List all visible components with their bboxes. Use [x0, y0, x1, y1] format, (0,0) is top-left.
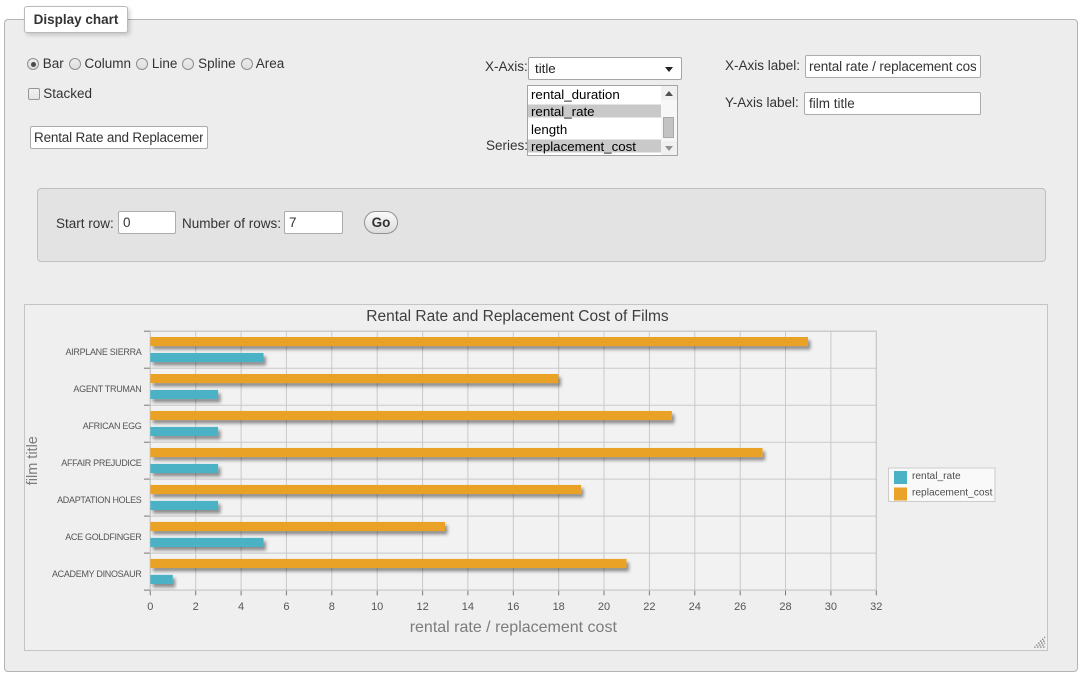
svg-text:12: 12	[416, 601, 428, 613]
svg-text:24: 24	[689, 601, 701, 613]
svg-text:ACE GOLDFINGER: ACE GOLDFINGER	[65, 532, 142, 542]
svg-text:10: 10	[371, 601, 383, 613]
svg-text:8: 8	[329, 601, 335, 613]
svg-text:28: 28	[779, 601, 791, 613]
svg-text:30: 30	[825, 601, 837, 613]
svg-text:6: 6	[283, 601, 289, 613]
svg-text:ACADEMY DINOSAUR: ACADEMY DINOSAUR	[52, 569, 142, 579]
svg-text:4: 4	[238, 601, 244, 613]
svg-text:AFRICAN EGG: AFRICAN EGG	[83, 421, 142, 431]
svg-text:AIRPLANE SIERRA: AIRPLANE SIERRA	[65, 347, 141, 357]
svg-text:14: 14	[462, 601, 474, 613]
svg-text:20: 20	[598, 601, 610, 613]
svg-text:AFFAIR PREJUDICE: AFFAIR PREJUDICE	[61, 458, 142, 468]
svg-text:AGENT TRUMAN: AGENT TRUMAN	[73, 384, 141, 394]
svg-text:0: 0	[147, 601, 153, 613]
svg-text:replacement_cost: replacement_cost	[912, 488, 993, 499]
svg-text:ADAPTATION HOLES: ADAPTATION HOLES	[57, 495, 142, 505]
svg-text:rental_rate: rental_rate	[912, 471, 961, 482]
svg-text:26: 26	[734, 601, 746, 613]
svg-text:16: 16	[507, 601, 519, 613]
svg-text:18: 18	[553, 601, 565, 613]
svg-text:32: 32	[870, 601, 882, 613]
svg-text:film title: film title	[25, 436, 41, 485]
svg-text:Rental Rate and Replacement Co: Rental Rate and Replacement Cost of Film…	[366, 308, 669, 325]
svg-text:2: 2	[193, 601, 199, 613]
svg-text:rental rate / replacement cost: rental rate / replacement cost	[410, 619, 618, 636]
svg-text:22: 22	[643, 601, 655, 613]
